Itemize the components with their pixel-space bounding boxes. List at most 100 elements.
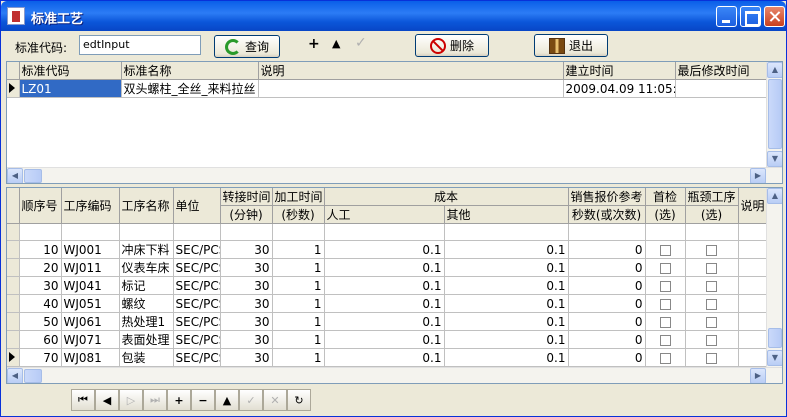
table-row[interactable]: 20WJ011仪表车床SEC/PCS3010.10.10 xyxy=(7,258,768,277)
cell-first-check[interactable] xyxy=(645,330,686,349)
cell-labor[interactable]: 0.1 xyxy=(324,294,445,313)
cell-transfer-time[interactable]: 30 xyxy=(220,294,273,313)
add-icon[interactable]: + xyxy=(308,36,320,52)
cell-sales[interactable]: 0 xyxy=(568,240,646,259)
cell-unit[interactable]: SEC/PCS xyxy=(173,240,221,259)
cell-process-name[interactable]: 冲床下料 xyxy=(119,240,174,259)
cell-other[interactable]: 0.1 xyxy=(444,240,569,259)
cell-other[interactable]: 0.1 xyxy=(444,330,569,349)
cell-process-code[interactable]: WJ051 xyxy=(61,294,120,313)
post-record-button[interactable]: ✓ xyxy=(239,389,263,411)
table-row[interactable]: 40WJ051螺纹SEC/PCS3010.10.10 xyxy=(7,294,768,313)
cell-first-check[interactable] xyxy=(645,240,686,259)
cell-standard-name[interactable]: 双头螺柱_全丝_来料拉丝 xyxy=(121,79,259,98)
cell-sales[interactable]: 0 xyxy=(568,276,646,295)
cell-unit[interactable]: SEC/PCS xyxy=(173,276,221,295)
cell-note[interactable] xyxy=(258,79,564,98)
cell-detail-note[interactable] xyxy=(738,348,768,367)
cell-transfer-time[interactable]: 30 xyxy=(220,240,273,259)
cell-sales[interactable]: 0 xyxy=(568,258,646,277)
checkbox[interactable] xyxy=(659,352,671,364)
cell-other[interactable]: 0.1 xyxy=(444,312,569,331)
cell-other[interactable]: 0.1 xyxy=(444,294,569,313)
confirm-icon[interactable]: ✓ xyxy=(355,35,367,51)
scroll-thumb[interactable] xyxy=(24,169,42,183)
col-process-time[interactable]: 加工时间 xyxy=(272,188,325,206)
checkbox[interactable] xyxy=(659,262,671,274)
insert-record-button[interactable]: + xyxy=(167,389,191,411)
title-bar[interactable]: 标准工艺 xyxy=(1,1,786,31)
process-grid-vscroll[interactable]: ▲ ▼ xyxy=(766,188,782,367)
cell-first-check[interactable] xyxy=(645,258,686,277)
cell-process-name[interactable]: 包装 xyxy=(119,348,174,367)
process-grid[interactable]: 顺序号 工序编码 工序名称 单位 转接时间 加工时间 成本 销售报价参考 首检 … xyxy=(6,187,783,384)
standard-grid[interactable]: 标准代码 标准名称 说明 建立时间 最后修改时间 LZ01 双头螺柱_全丝_来料… xyxy=(6,61,783,184)
move-up-icon[interactable]: ▲ xyxy=(332,37,340,50)
close-button[interactable] xyxy=(764,6,785,27)
cell-first-check[interactable] xyxy=(645,294,686,313)
col-modified-time[interactable]: 最后修改时间 xyxy=(675,62,768,80)
cell-labor[interactable]: 0.1 xyxy=(324,312,445,331)
maximize-button[interactable] xyxy=(740,6,761,27)
prior-record-button[interactable]: ◀ xyxy=(95,389,119,411)
cell-first-check[interactable] xyxy=(645,348,686,367)
scroll-down-button[interactable]: ▼ xyxy=(767,350,782,366)
cell-labor[interactable]: 0.1 xyxy=(324,330,445,349)
scroll-right-button[interactable]: ▶ xyxy=(750,168,766,183)
last-record-button[interactable]: ⏭ xyxy=(143,389,167,411)
cell-seq[interactable]: 10 xyxy=(19,240,62,259)
scroll-down-button[interactable]: ▼ xyxy=(767,151,782,167)
cell-sales[interactable]: 0 xyxy=(568,294,646,313)
cell-process-name[interactable]: 标记 xyxy=(119,276,174,295)
col-note[interactable]: 说明 xyxy=(258,62,564,80)
scroll-up-button[interactable]: ▲ xyxy=(767,62,782,78)
cell-bottleneck[interactable] xyxy=(685,330,739,349)
cell-detail-note[interactable] xyxy=(738,294,768,313)
cell-unit[interactable]: SEC/PCS xyxy=(173,258,221,277)
cell-labor[interactable]: 0.1 xyxy=(324,276,445,295)
scroll-left-button[interactable]: ◀ xyxy=(7,168,23,183)
scroll-thumb[interactable] xyxy=(768,79,782,149)
standard-code-input[interactable]: edtInput xyxy=(79,35,201,55)
cell-process-code[interactable]: WJ071 xyxy=(61,330,120,349)
checkbox[interactable] xyxy=(659,298,671,310)
col-process-name[interactable]: 工序名称 xyxy=(119,188,174,224)
cell-other[interactable]: 0.1 xyxy=(444,276,569,295)
cell-unit[interactable]: SEC/PCS xyxy=(173,348,221,367)
cell-process-code[interactable]: WJ081 xyxy=(61,348,120,367)
table-row[interactable]: 70WJ081包装SEC/PCS3010.10.10 xyxy=(7,348,768,367)
cell-process-time[interactable]: 1 xyxy=(272,240,325,259)
cell-process-time[interactable]: 1 xyxy=(272,294,325,313)
scroll-left-button[interactable]: ◀ xyxy=(7,368,23,383)
checkbox[interactable] xyxy=(706,352,718,364)
cell-process-name[interactable]: 仪表车床 xyxy=(119,258,174,277)
cell-modified-time[interactable] xyxy=(675,79,768,98)
cell-process-name[interactable]: 螺纹 xyxy=(119,294,174,313)
col-unit[interactable]: 单位 xyxy=(173,188,221,224)
cell-process-time[interactable]: 1 xyxy=(272,276,325,295)
cell-labor[interactable]: 0.1 xyxy=(324,258,445,277)
cancel-record-button[interactable]: ✕ xyxy=(263,389,287,411)
cell-process-time[interactable]: 1 xyxy=(272,348,325,367)
cell-seq[interactable]: 40 xyxy=(19,294,62,313)
query-button[interactable]: 查询 xyxy=(214,35,280,58)
cell-process-name[interactable]: 热处理1 xyxy=(119,312,174,331)
table-row[interactable]: 30WJ041标记SEC/PCS3010.10.10 xyxy=(7,276,768,295)
checkbox[interactable] xyxy=(706,280,718,292)
cell-unit[interactable]: SEC/PCS xyxy=(173,294,221,313)
cell-bottleneck[interactable] xyxy=(685,258,739,277)
col-bottleneck[interactable]: 瓶颈工序 xyxy=(685,188,739,206)
col-sales-ref[interactable]: 销售报价参考 xyxy=(568,188,646,206)
delete-button[interactable]: 删除 xyxy=(415,34,489,57)
col-standard-name[interactable]: 标准名称 xyxy=(121,62,259,80)
cell-sales[interactable]: 0 xyxy=(568,312,646,331)
cell-seq[interactable]: 60 xyxy=(19,330,62,349)
scroll-thumb[interactable] xyxy=(24,369,42,383)
cell-created-time[interactable]: 2009.04.09 11:05:05 xyxy=(563,79,676,98)
checkbox[interactable] xyxy=(706,244,718,256)
cell-seq[interactable]: 50 xyxy=(19,312,62,331)
cell-detail-note[interactable] xyxy=(738,258,768,277)
cell-unit[interactable]: SEC/PCS xyxy=(173,312,221,331)
cell-bottleneck[interactable] xyxy=(685,294,739,313)
exit-button[interactable]: 退出 xyxy=(534,34,608,57)
